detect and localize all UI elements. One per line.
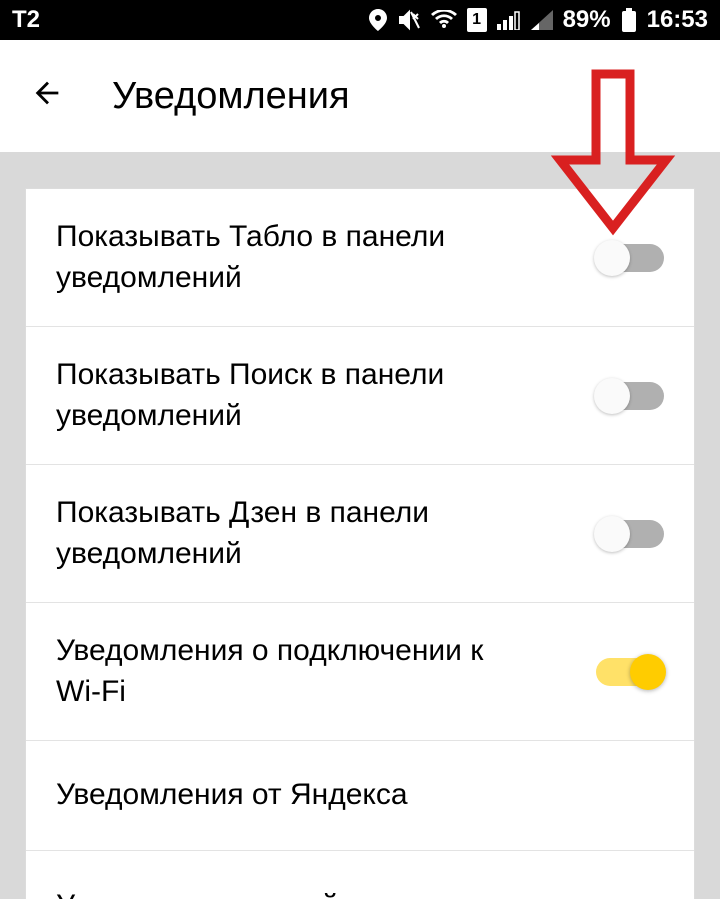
- signal-icon-2: [531, 10, 553, 30]
- sim-icon: 1: [467, 8, 487, 32]
- mute-icon: [397, 9, 421, 31]
- setting-wifi[interactable]: Уведомления о подключении к Wi-Fi: [26, 603, 694, 741]
- battery-percent: 89%: [563, 6, 611, 34]
- setting-label: Уведомления о подключении к Wi-Fi: [56, 631, 536, 712]
- setting-dzen[interactable]: Показывать Дзен в панели уведомлений: [26, 465, 694, 603]
- location-icon: [369, 9, 387, 31]
- setting-yandex-notifications[interactable]: Уведомления от Яндекса: [26, 741, 694, 851]
- setting-tablo[interactable]: Показывать Табло в панели уведомлений: [26, 189, 694, 327]
- app-header: Уведомления: [0, 40, 720, 152]
- setting-label: Показывать Поиск в панели уведомлений: [56, 355, 536, 436]
- clock: 16:53: [647, 6, 708, 34]
- signal-icon: [497, 10, 521, 30]
- back-button[interactable]: [30, 76, 64, 117]
- content-area: Показывать Табло в панели уведомлений По…: [0, 152, 720, 899]
- carrier-label: T2: [12, 6, 40, 34]
- page-title: Уведомления: [112, 75, 350, 118]
- wifi-icon: [431, 10, 457, 30]
- toggle-wifi[interactable]: [596, 658, 664, 686]
- toggle-search[interactable]: [596, 382, 664, 410]
- toggle-tablo[interactable]: [596, 244, 664, 272]
- setting-label: Показывать Дзен в панели уведомлений: [56, 493, 536, 574]
- setting-label: Показывать Табло в панели уведомлений: [56, 217, 536, 298]
- setting-label: Уведомления от сайтов: [56, 886, 384, 899]
- toggle-dzen[interactable]: [596, 520, 664, 548]
- battery-icon: [621, 8, 637, 32]
- setting-site-notifications[interactable]: Уведомления от сайтов: [26, 851, 694, 899]
- setting-search[interactable]: Показывать Поиск в панели уведомлений: [26, 327, 694, 465]
- settings-card: Показывать Табло в панели уведомлений По…: [25, 188, 695, 899]
- status-bar: T2 1 89% 16:53: [0, 0, 720, 40]
- setting-label: Уведомления от Яндекса: [56, 775, 408, 816]
